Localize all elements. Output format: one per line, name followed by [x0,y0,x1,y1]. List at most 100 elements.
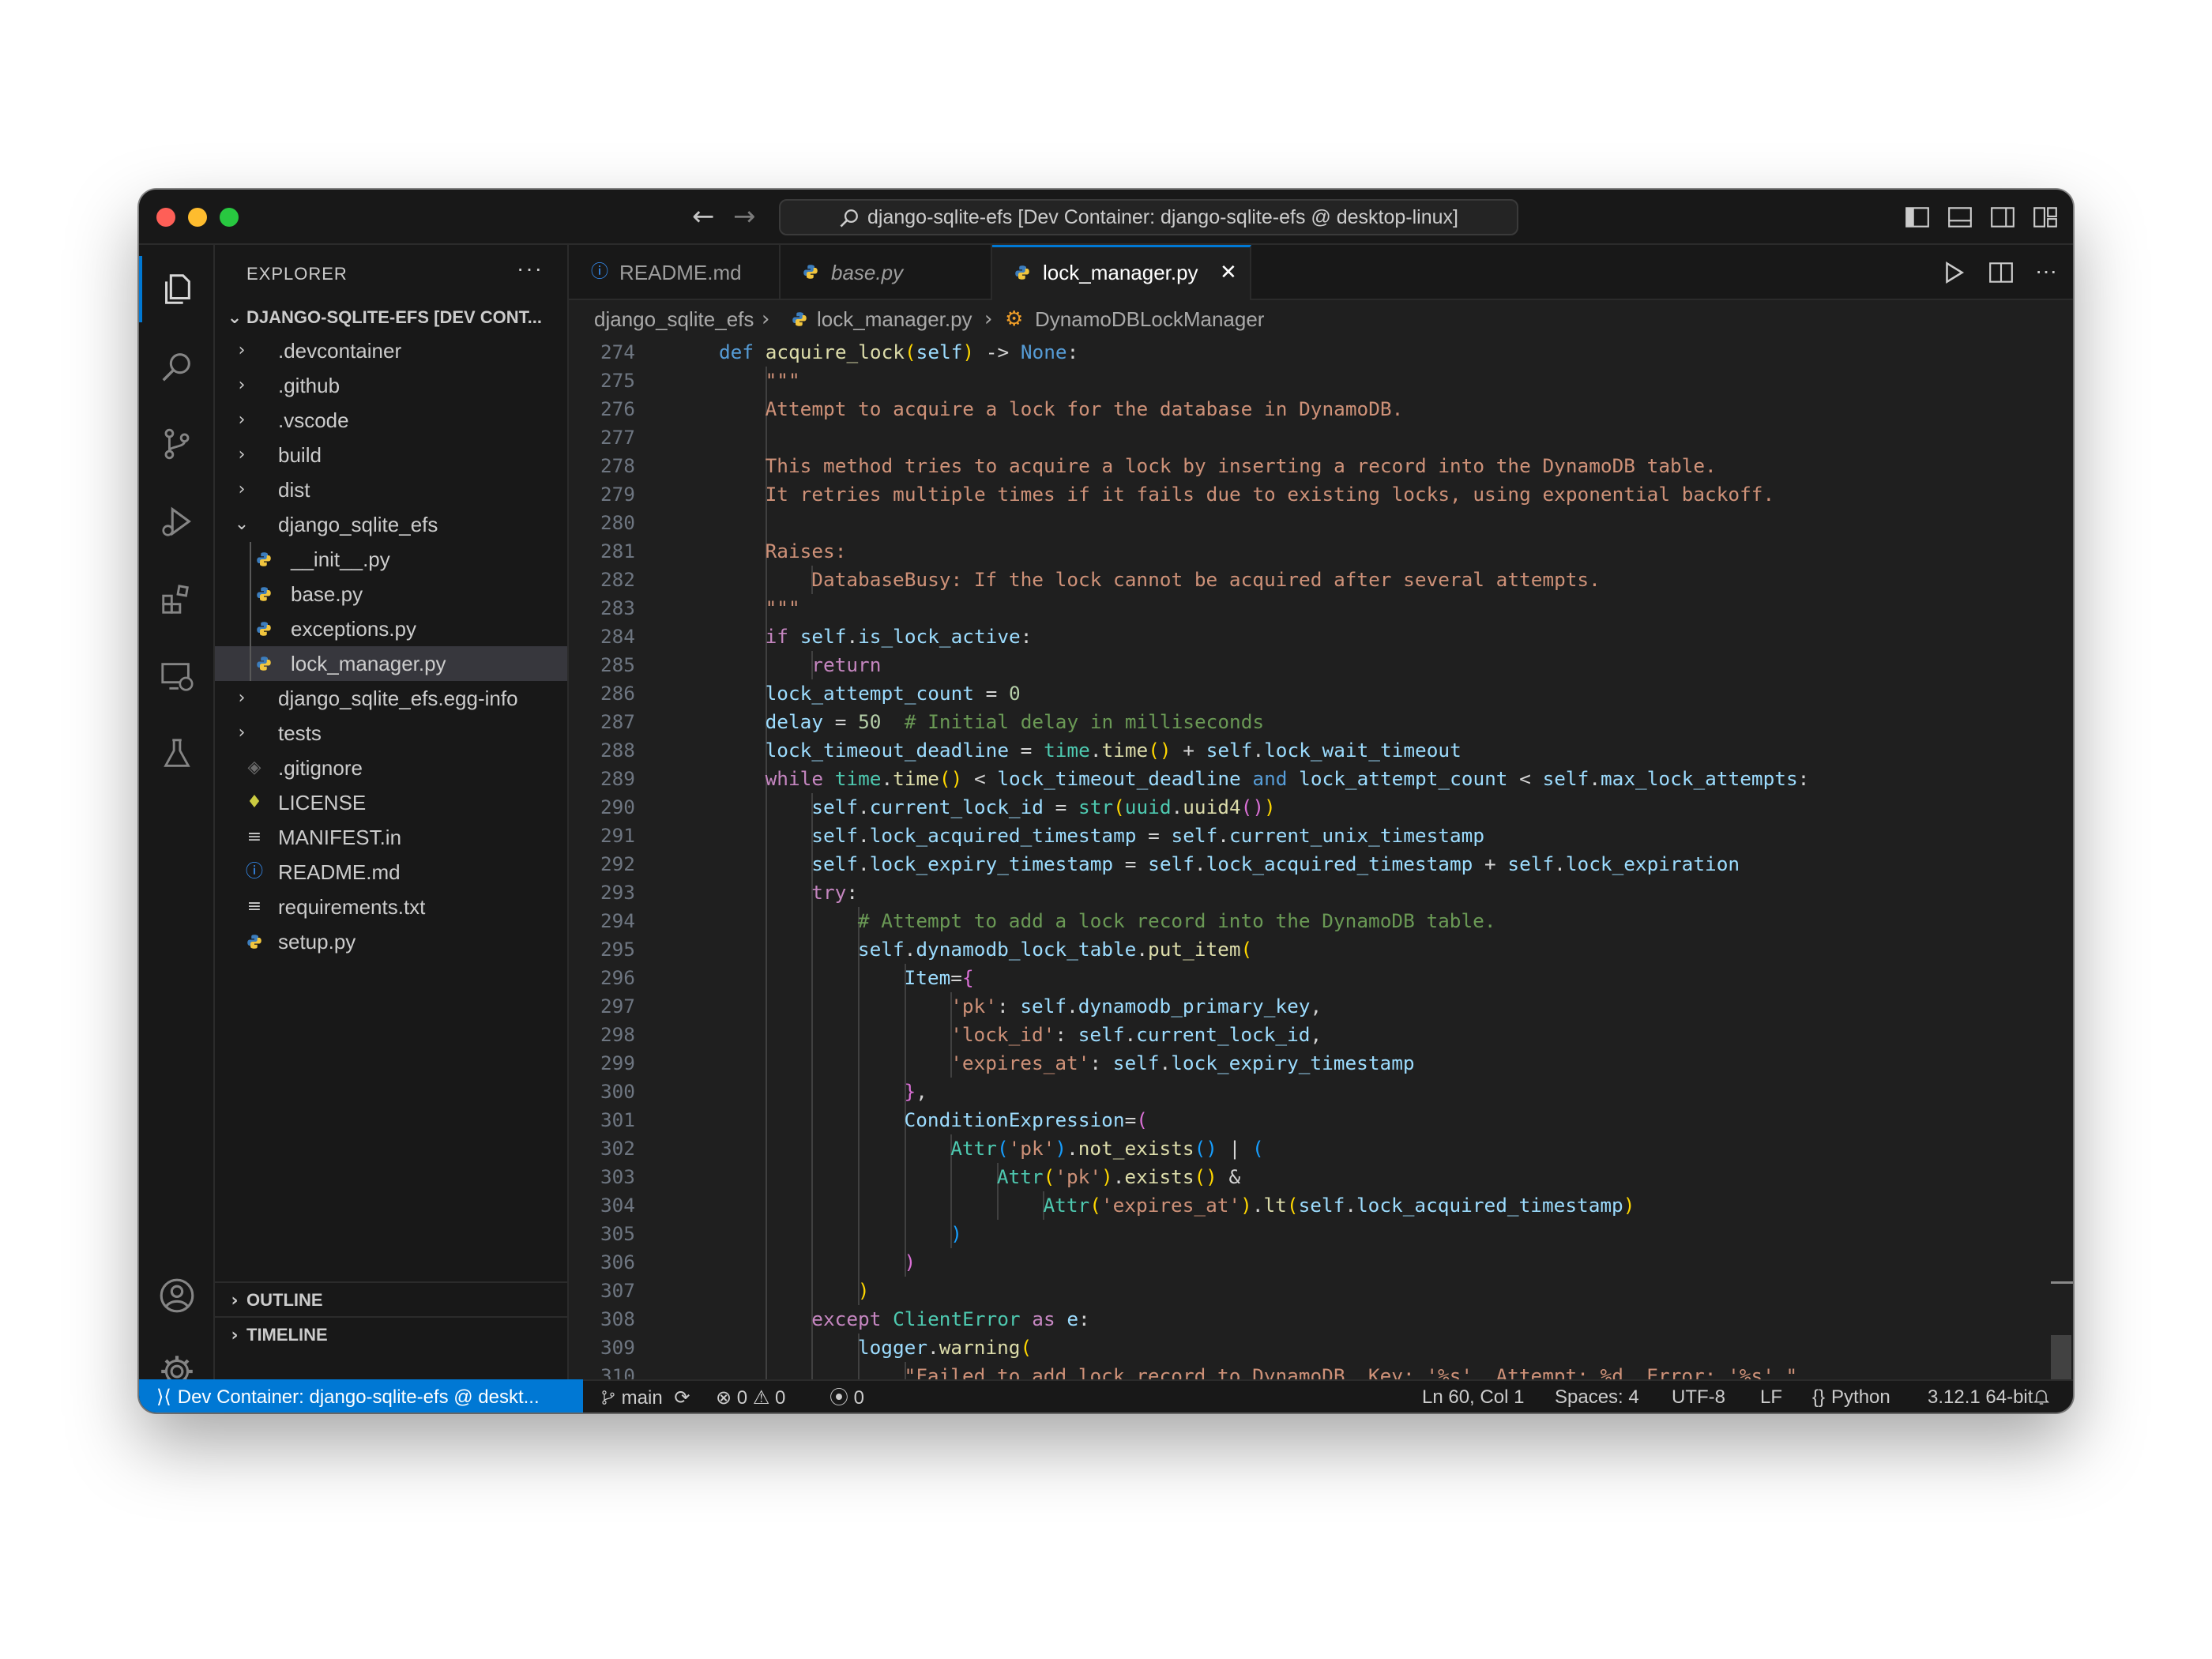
python-interpreter[interactable]: 3.12.1 64-bit [1928,1381,2033,1413]
source-control-activity[interactable] [139,406,215,482]
bell-icon[interactable] [2032,1381,2051,1413]
outline-label: OUTLINE [246,1290,323,1310]
more-editor-actions-icon[interactable]: ··· [2035,259,2057,292]
editor-group: ⓘ README.md base.py lock_manager.py ✕ ··… [569,245,2073,1379]
tree-item[interactable]: ≡ requirements.txt [215,890,567,924]
indent-guide [765,1362,767,1379]
accounts-activity[interactable] [139,1258,215,1334]
code-editor[interactable]: 274 def acquire_lock(self) -> None: 275 """… [569,338,2073,1379]
info-icon: ⓘ [245,862,263,882]
remote-indicator[interactable]: ⟩⟨ Dev Container: django-sqlite-efs @ des… [139,1379,583,1413]
tree-item-label: .vscode [278,408,349,432]
git-branch[interactable]: main ⟳ [600,1381,690,1413]
toggle-panel-icon[interactable] [1947,204,1973,231]
code-line: 274 def acquire_lock(self) -> None: [569,338,2054,367]
encoding[interactable]: UTF-8 [1672,1381,1725,1413]
code-line: 283 """ [569,594,2054,623]
sync-icon[interactable]: ⟳ [674,1386,690,1409]
python-icon [243,924,265,962]
cursor-position[interactable]: Ln 60, Col 1 [1422,1381,1524,1413]
breadcrumb-folder[interactable]: django_sqlite_efs [594,302,754,337]
line-number: 299 [600,1051,635,1074]
tree-item[interactable]: › django_sqlite_efs.egg-info [215,681,567,716]
minimize-window-button[interactable] [188,208,207,227]
extensions-activity[interactable] [139,561,215,637]
workspace-root[interactable]: ⌄ DJANGO-SQLITE-EFS [DEV CONT... [223,302,562,333]
indent-guide [765,651,767,679]
code-line: 296 Item={ [569,964,2054,992]
python-icon [253,577,275,615]
tree-item[interactable]: __init__.py [215,542,567,577]
tree-item[interactable]: ≡ MANIFEST.in [215,820,567,855]
tab-bar: ⓘ README.md base.py lock_manager.py ✕ ··… [569,245,2073,300]
search-activity[interactable] [139,329,215,404]
tree-item[interactable]: ⓘ README.md [215,855,567,890]
indent-guide [765,907,767,935]
indent-guide [857,1191,860,1220]
run-python-file-icon[interactable] [1940,259,1967,292]
code-text: DatabaseBusy: If the lock cannot be acqu… [811,568,1601,591]
code-line: 288 lock_timeout_deadline = time.time() +… [569,736,2054,765]
tree-item[interactable]: › .devcontainer [215,333,567,368]
customize-layout-icon[interactable] [2032,204,2059,231]
code-text: lock_timeout_deadline = time.time() + se… [765,739,1462,762]
maximize-window-button[interactable] [220,208,239,227]
tree-item-label: django_sqlite_efs [278,513,438,536]
code-text: while time.time() < lock_timeout_deadlin… [765,767,1810,790]
breadcrumb-symbol[interactable]: DynamoDBLockManager [1035,302,1264,337]
problems-indicator[interactable]: ⊗ 0 ⚠ 0 [716,1381,785,1413]
back-arrow-icon[interactable]: ← [692,202,715,231]
breadcrumb-file[interactable]: lock_manager.py [817,302,972,337]
tree-item[interactable]: ◈ .gitignore [215,750,567,785]
code-text: ) [950,1222,962,1245]
source-control-icon [164,428,190,460]
indentation[interactable]: Spaces: 4 [1555,1381,1639,1413]
close-tab-icon[interactable]: ✕ [1220,247,1237,298]
line-number: 279 [600,483,635,506]
indent-guide [765,566,767,594]
tree-item-label: MANIFEST.in [278,826,402,849]
tree-item[interactable]: › .github [215,368,567,403]
chevron-right-icon: › [238,723,246,743]
tree-item[interactable]: lock_manager.py [215,646,567,681]
tab-readme[interactable]: ⓘ README.md [569,245,781,300]
timeline-section[interactable]: › TIMELINE [215,1316,567,1351]
close-window-button[interactable] [156,208,175,227]
tree-item[interactable]: › dist [215,472,567,507]
indent-guide [811,1078,814,1106]
tree-item[interactable]: ⌄ django_sqlite_efs [215,507,567,542]
tree-item[interactable]: setup.py [215,924,567,959]
command-center-search[interactable]: django-sqlite-efs [Dev Container: django… [779,199,1518,235]
tree-item[interactable]: base.py [215,577,567,611]
tree-item[interactable]: › .vscode [215,403,567,438]
tree-item[interactable]: ♦ LICENSE [215,785,567,820]
testing-activity[interactable] [139,716,215,792]
split-editor-icon[interactable] [1988,259,2014,292]
line-number: 301 [600,1108,635,1131]
chevron-right-icon: › [238,375,246,395]
tree-item[interactable]: › build [215,438,567,472]
forward-arrow-icon[interactable]: → [733,202,756,231]
tree-item-label: lock_manager.py [291,652,446,675]
toggle-primary-sidebar-icon[interactable] [1904,204,1931,231]
toggle-secondary-sidebar-icon[interactable] [1989,204,2016,231]
explorer-activity[interactable] [139,251,215,327]
language-mode[interactable]: {} Python [1812,1381,1890,1413]
end-of-line[interactable]: LF [1760,1381,1782,1413]
more-actions-icon[interactable]: ··· [517,256,544,281]
outline-section[interactable]: › OUTLINE [215,1281,567,1316]
run-debug-activity[interactable] [139,483,215,559]
remote-explorer-activity[interactable] [139,638,215,714]
error-count: 0 [736,1387,748,1409]
layout-controls [1904,204,2059,231]
code-line: 295 self.dynamodb_lock_table.put_item( [569,935,2054,964]
tab-base-py[interactable]: base.py [781,245,992,300]
ports-count: 0 [853,1387,865,1409]
line-number: 277 [600,426,635,449]
tree-item[interactable]: › tests [215,716,567,750]
ports-indicator[interactable]: ⦿ 0 [830,1381,864,1413]
tab-lock-manager-py[interactable]: lock_manager.py ✕ [992,245,1251,300]
tree-item[interactable]: exceptions.py [215,611,567,646]
indent-guide [765,935,767,964]
vscode-window: ← → django-sqlite-efs [Dev Container: dj… [139,190,2073,1413]
